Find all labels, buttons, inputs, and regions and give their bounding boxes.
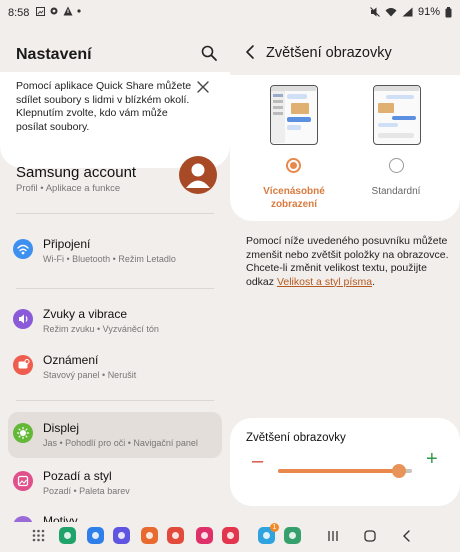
settings-item-label: Motivy <box>43 514 78 522</box>
standard-view-illustration <box>374 86 419 138</box>
signal-icon <box>402 7 413 17</box>
font-size-link[interactable]: Velikost a styl písma <box>277 276 372 288</box>
battery-percentage: 91% <box>417 6 440 18</box>
zoom-slider-track[interactable] <box>278 464 412 478</box>
warning-notification-icon <box>63 6 73 16</box>
home-icon[interactable] <box>363 529 377 543</box>
search-icon[interactable] <box>200 44 218 62</box>
multiple-view-illustration <box>271 86 316 143</box>
settings-item-label: Displej <box>43 421 80 435</box>
settings-item-label: Pozadí a styl <box>43 469 112 483</box>
settings-item-connections[interactable]: Připojení Wi-Fi • Bluetooth • Režim Leta… <box>8 228 222 274</box>
settings-notification-icon <box>50 7 58 15</box>
settings-item-label: Zvuky a vibrace <box>43 307 128 321</box>
flower-app-icon[interactable] <box>196 527 213 544</box>
wifi-icon <box>385 8 397 17</box>
gallery-app-icon[interactable] <box>284 527 301 544</box>
notification-icon <box>13 355 33 375</box>
zoom-mode-card: Vícenásobné zobrazení Standardní <box>230 75 460 221</box>
description-end: . <box>372 275 375 288</box>
settings-item-subtitle: Jas • Pohodlí pro oči • Navigační panel <box>43 438 198 448</box>
multiple-view-label: Vícenásobné zobrazení <box>263 186 325 210</box>
settings-item-notifications[interactable]: Oznámení Stavový panel • Nerušit <box>8 344 222 390</box>
wifi-settings-icon <box>13 239 33 259</box>
settings-item-subtitle: Stavový panel • Nerušit <box>43 370 137 380</box>
settings-item-wallpaper[interactable]: Pozadí a styl Pozadí • Paleta barev <box>8 460 222 506</box>
status-time: 8:58 <box>8 7 30 19</box>
gallery-notification-icon <box>36 6 45 16</box>
divider <box>16 288 214 289</box>
settings-item-subtitle: Wi-Fi • Bluetooth • Režim Letadlo <box>43 254 176 264</box>
samsung-account-title: Samsung account <box>16 164 137 181</box>
back-nav-icon[interactable] <box>400 529 414 543</box>
divider <box>16 400 214 401</box>
calls-app-icon[interactable] <box>59 527 76 544</box>
zoom-slider-card: Zvětšení obrazovky – + <box>230 418 460 506</box>
quick-share-text: Pomocí aplikace Quick Share můžete sdíle… <box>16 80 192 133</box>
settings-item-label: Oznámení <box>43 353 99 367</box>
camera-app-icon[interactable] <box>222 527 239 544</box>
mute-icon <box>370 7 380 17</box>
zoom-description: Pomocí níže uvedeného posuvníku můžete z… <box>246 235 451 289</box>
back-arrow-icon[interactable] <box>244 44 256 60</box>
recent-apps-icon[interactable] <box>326 529 340 543</box>
zoom-out-button[interactable]: – <box>252 450 266 473</box>
settings-title: Nastavení <box>16 46 92 63</box>
close-icon[interactable] <box>196 80 210 94</box>
chrome-app-icon[interactable] <box>167 527 184 544</box>
status-system-icons: 91% <box>370 6 452 18</box>
samsung-account-subtitle: Profil • Aplikace a funkce <box>16 183 121 194</box>
standard-view-label: Standardní <box>371 186 421 197</box>
standard-view-preview[interactable] <box>373 85 421 145</box>
slider-title: Zvětšení obrazovky <box>246 432 346 444</box>
notification-badge: 1 <box>270 523 279 532</box>
page-title: Zvětšení obrazovky <box>266 45 392 61</box>
settings-item-label: Připojení <box>43 237 91 251</box>
screen-zoom-pane: Zvětšení obrazovky Vícenásobné zobrazení… <box>230 26 460 526</box>
settings-item-display[interactable]: Displej Jas • Pohodlí pro oči • Navigačn… <box>8 412 222 458</box>
zoom-slider-thumb[interactable] <box>391 464 406 478</box>
samsung-account-row[interactable]: Samsung account Profil • Aplikace a funk… <box>0 154 230 210</box>
settings-item-themes[interactable]: Motivy <box>8 508 222 522</box>
messages-app-icon[interactable] <box>87 527 104 544</box>
status-notification-icons <box>36 6 81 16</box>
wallpaper-icon <box>13 471 33 491</box>
status-bar: 8:58 91% <box>0 0 460 26</box>
standard-view-radio[interactable] <box>389 158 404 173</box>
multiple-view-radio[interactable] <box>286 158 301 173</box>
avatar[interactable] <box>179 156 217 194</box>
settings-item-subtitle: Pozadí • Paleta barev <box>43 486 130 496</box>
zoom-slider-fill <box>278 469 399 473</box>
apps-grid-icon[interactable] <box>30 527 47 544</box>
settings-item-subtitle: Režim zvuku • Vyzváněcí tón <box>43 324 159 334</box>
dot-notification-icon <box>77 9 81 13</box>
settings-pane: Nastavení Pomocí aplikace Quick Share mů… <box>0 26 230 526</box>
battery-icon <box>445 6 452 17</box>
person-icon <box>186 163 210 188</box>
multiple-view-preview[interactable] <box>270 85 318 145</box>
sun-icon <box>13 423 33 443</box>
divider <box>16 213 214 214</box>
store-app-icon[interactable] <box>141 527 158 544</box>
speaker-icon <box>13 309 33 329</box>
internet-app-icon[interactable] <box>113 527 130 544</box>
settings-item-sounds[interactable]: Zvuky a vibrace Režim zvuku • Vyzváněcí … <box>8 298 222 344</box>
navigation-bar: 1 <box>0 522 460 552</box>
zoom-in-button[interactable]: + <box>426 448 440 471</box>
